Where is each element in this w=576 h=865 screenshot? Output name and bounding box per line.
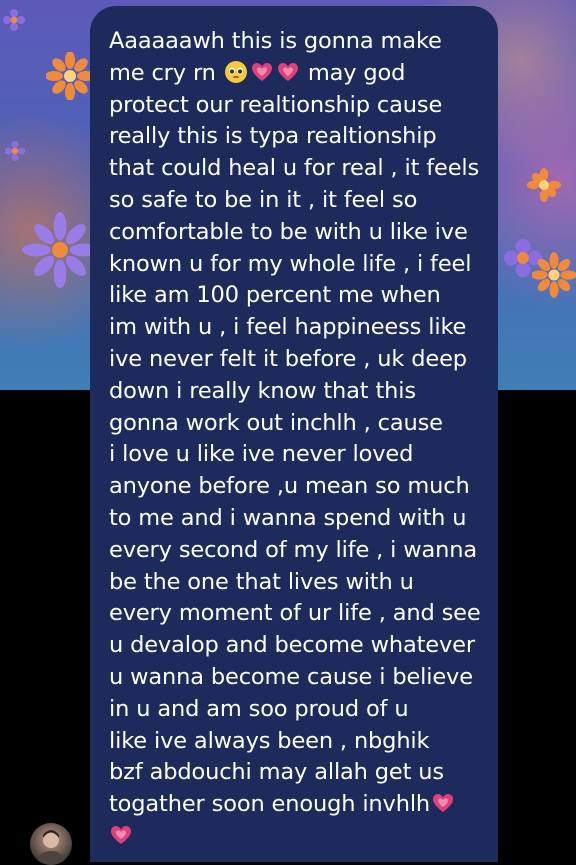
person-silhouette-icon	[36, 830, 66, 865]
growing-heart-emoji-icon	[109, 823, 133, 847]
message-line: every moment of ur life , and see	[109, 600, 481, 627]
message-line: anyone before ,u mean so much	[109, 473, 470, 500]
message-line: be the one that lives with u	[109, 568, 414, 595]
message-line: bzf abdouchi may allah get us	[109, 759, 444, 786]
message-line: i love u like ive never loved	[109, 441, 414, 468]
growing-heart-emoji-icon	[250, 60, 274, 84]
message-line: known u for my whole life , i feel	[109, 250, 472, 277]
message-line: in u and am soo proud of u	[109, 695, 409, 722]
message-line: Aaaaaawh this is gonna make	[109, 28, 442, 54]
growing-heart-emoji-icon	[431, 791, 455, 815]
message-bubble[interactable]: Aaaaaawh this is gonna make me cry rn ma…	[90, 6, 498, 862]
flower-decoration-icon	[527, 168, 561, 202]
message-text: may god	[307, 59, 406, 86]
message-line: down i really know that this	[109, 377, 416, 404]
message-line: u devalop and become whatever	[109, 632, 475, 659]
flower-decoration-icon	[532, 252, 576, 298]
message-line: protect our realtionship cause	[109, 91, 443, 118]
contact-avatar[interactable]	[30, 823, 72, 865]
message-line: me cry rn may god	[109, 58, 488, 90]
message-line: every second of my life , i wanna	[109, 536, 478, 563]
message-line: togather soon enough invhlh	[109, 789, 488, 821]
flower-decoration-icon	[4, 140, 26, 162]
message-line: gonna work out inchlh , cause	[109, 409, 443, 436]
message-text: me cry rn	[109, 59, 216, 86]
message-line: like ive always been , nbghik	[109, 727, 430, 754]
growing-heart-emoji-icon	[276, 60, 300, 84]
pleading-face-emoji-icon	[224, 60, 248, 84]
message-line: ive never felt it before , uk deep	[109, 345, 467, 372]
message-line: so safe to be in it , it feel so	[109, 186, 418, 213]
message-line: im with u , i feel happineess like	[109, 314, 467, 341]
message-line: that could heal u for real , it feels	[109, 155, 480, 182]
flower-decoration-icon	[22, 212, 98, 288]
message-line	[109, 821, 488, 853]
flower-decoration-icon	[3, 9, 25, 31]
message-line: u wanna become cause i believe	[109, 663, 473, 690]
message-text: togather soon enough invhlh	[109, 791, 431, 818]
message-line: really this is typa realtionship	[109, 123, 437, 150]
message-line: like am 100 percent me when	[109, 282, 441, 309]
message-line: comfortable to be with u like ive	[109, 218, 468, 245]
message-line: to me and i wanna spend with u	[109, 504, 467, 531]
flower-decoration-icon	[46, 52, 94, 100]
